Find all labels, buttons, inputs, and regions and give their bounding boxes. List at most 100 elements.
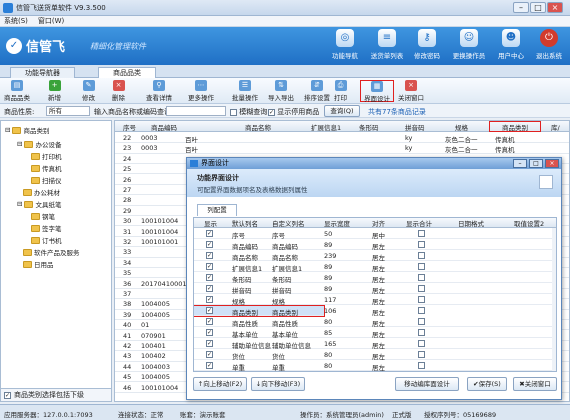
config-cell[interactable]: 89: [324, 274, 332, 282]
config-row[interactable]: ✓ 条形码 条形码 89 居左: [194, 273, 556, 284]
config-cell[interactable]: 80: [324, 362, 332, 370]
delete-button[interactable]: × 删除: [112, 80, 125, 102]
config-row[interactable]: ✓ 商品类别 商品类别 106 居左: [194, 304, 425, 318]
config-cell[interactable]: 80: [324, 351, 332, 359]
config-row[interactable]: ✓ 规格 规格 117 居左: [194, 295, 556, 306]
collapse-icon[interactable]: ⊟: [17, 140, 22, 148]
col-header[interactable]: 商品名称: [245, 122, 271, 132]
move-up-button[interactable]: ↑向上移动(F2): [193, 377, 247, 391]
config-cell[interactable]: 85: [324, 329, 332, 337]
config-cell[interactable]: 基本单位: [272, 329, 298, 339]
dialog-maximize-button[interactable]: □: [529, 159, 543, 168]
config-cell[interactable]: 扩展信息1: [272, 263, 302, 273]
import-export-button[interactable]: ⇅ 导入导出: [268, 80, 294, 102]
config-row[interactable]: ✓ 辅助单位信息 辅助单位信息 165 居左: [194, 339, 556, 350]
show-checkbox[interactable]: ✓: [206, 296, 213, 303]
table-row[interactable]: 22 0003 百叶 ky 灰色二合一 传真机: [115, 133, 569, 144]
tree-node[interactable]: 订书机: [31, 235, 62, 245]
show-checkbox[interactable]: ✓: [206, 329, 213, 336]
collapse-icon[interactable]: ⊟: [5, 126, 10, 134]
config-cell[interactable]: 单重: [272, 362, 285, 371]
sum-checkbox[interactable]: [418, 307, 425, 314]
show-checkbox[interactable]: ✓: [206, 285, 213, 292]
show-disabled-check-box[interactable]: ✓: [268, 108, 275, 116]
minimize-button[interactable]: –: [513, 2, 529, 13]
show-checkbox[interactable]: ✓: [206, 307, 213, 314]
sum-checkbox[interactable]: [418, 285, 425, 292]
dialog-minimize-button[interactable]: –: [513, 159, 527, 168]
col-header[interactable]: 序号: [123, 122, 136, 132]
config-row[interactable]: ✓ 商品性质 商品性质 80 居左: [194, 317, 556, 328]
tab-navigator[interactable]: 功能导航器: [10, 67, 75, 78]
tree-root[interactable]: ⊟ 商品类别: [5, 125, 49, 135]
config-row[interactable]: ✓ 单重 单重 80 居左: [194, 361, 556, 371]
exit-system-button[interactable]: ⏻ 退出系统: [528, 29, 570, 63]
include-children-checkbox[interactable]: ✓ 商品类别选择包括下级: [0, 388, 112, 402]
change-password-button[interactable]: ⚷ 修改密码: [406, 29, 448, 63]
show-disabled-checkbox[interactable]: ✓ 显示停用商品: [268, 107, 319, 117]
config-cell[interactable]: 106: [324, 307, 336, 315]
config-cell[interactable]: 商品性质: [272, 318, 298, 328]
sum-checkbox[interactable]: [418, 340, 425, 347]
tree-node[interactable]: 扫描仪: [31, 175, 62, 185]
config-scrollbar[interactable]: [552, 228, 556, 371]
show-checkbox[interactable]: ✓: [206, 263, 213, 270]
config-cell[interactable]: 80: [324, 318, 332, 326]
config-row[interactable]: ✓ 扩展信息1 扩展信息1 89 居左: [194, 262, 556, 273]
sum-checkbox[interactable]: [418, 318, 425, 325]
category-select[interactable]: 所有: [46, 106, 90, 116]
config-cell[interactable]: 辅助单位信息: [272, 340, 311, 350]
table-row[interactable]: 23 0003 百叶 ky 灰色二合一 传真机: [115, 143, 569, 154]
config-row[interactable]: ✓ 拼音码 拼音码 89 居左: [194, 284, 556, 295]
show-checkbox[interactable]: ✓: [206, 340, 213, 347]
config-cell[interactable]: 拼音码: [272, 285, 292, 295]
col-header[interactable]: 扩展信息1: [311, 122, 341, 132]
category-button[interactable]: ▤ 商品品类: [4, 80, 30, 102]
config-cell[interactable]: 商品名称: [272, 252, 298, 262]
col-header[interactable]: 拼音码: [405, 122, 425, 132]
sum-checkbox[interactable]: [418, 351, 425, 358]
show-checkbox[interactable]: ✓: [206, 318, 213, 325]
config-cell[interactable]: 序号: [272, 230, 285, 240]
col-header[interactable]: 商品编码: [151, 122, 177, 132]
sum-checkbox[interactable]: [418, 362, 425, 369]
tree-node[interactable]: 打印机: [31, 151, 62, 161]
config-row[interactable]: ✓ 商品编码 商品编码 89 居左: [194, 240, 556, 251]
config-cell[interactable]: 239: [324, 252, 336, 260]
dialog-close-button[interactable]: ×: [545, 159, 559, 168]
tree-node[interactable]: ⊟ 文具纸笔: [17, 199, 61, 209]
show-checkbox[interactable]: ✓: [206, 351, 213, 358]
tree-node[interactable]: 办公耗材: [23, 187, 60, 197]
config-cell[interactable]: 条形码: [272, 274, 292, 284]
batch-actions-button[interactable]: ☰ 批量操作: [232, 80, 258, 102]
config-cell[interactable]: 89: [324, 285, 332, 293]
close-button[interactable]: ×: [547, 2, 563, 13]
switch-operator-button[interactable]: ☺ 更换操作员: [448, 29, 490, 63]
fuzzy-checkbox[interactable]: 模糊查询: [230, 107, 267, 117]
tree-node[interactable]: 软件产品及服务: [23, 247, 80, 257]
include-children-check-box[interactable]: ✓: [4, 391, 11, 399]
config-row[interactable]: ✓ 商品名称 商品名称 239 居左: [194, 251, 556, 262]
config-cell[interactable]: 商品编码: [272, 241, 298, 251]
fuzzy-check-box[interactable]: [230, 108, 237, 116]
search-input[interactable]: [166, 106, 226, 116]
maximize-button[interactable]: □: [530, 2, 546, 13]
move-layout-button[interactable]: 移动编库面设计: [395, 377, 459, 391]
add-button[interactable]: + 新增: [48, 80, 61, 102]
config-cell[interactable]: 117: [324, 296, 336, 304]
collapse-icon[interactable]: ⊟: [17, 200, 22, 208]
config-row[interactable]: ✓ 货位 货位 80 居左: [194, 350, 556, 361]
col-header[interactable]: 规格: [455, 122, 468, 132]
col-header-category[interactable]: 商品类别: [489, 121, 541, 132]
tab-column-config[interactable]: 列配置: [197, 204, 237, 216]
col-header[interactable]: 条形码: [359, 122, 379, 132]
sum-checkbox[interactable]: [418, 230, 425, 237]
config-row[interactable]: ✓ 基本单位 基本单位 85 居左: [194, 328, 556, 339]
tree-node[interactable]: 签字笔: [31, 223, 62, 233]
sum-checkbox[interactable]: [418, 241, 425, 248]
more-actions-button[interactable]: ⋯ 更多操作: [188, 80, 214, 102]
nav-function-button[interactable]: ◎ 功能导航: [324, 29, 366, 63]
ui-design-button[interactable]: ▦ 界面设计: [360, 80, 394, 103]
tree-node[interactable]: 日用品: [23, 259, 54, 269]
delivery-list-button[interactable]: ≡ 送货单列表: [366, 29, 408, 63]
